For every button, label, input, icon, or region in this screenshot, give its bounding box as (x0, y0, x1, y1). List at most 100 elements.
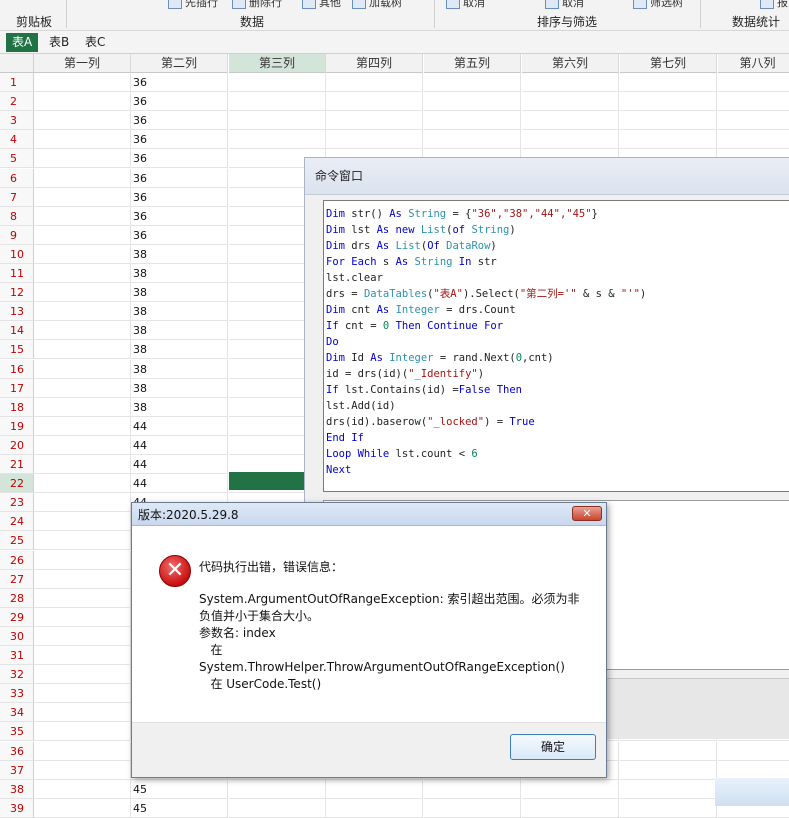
table-cell[interactable] (522, 111, 619, 130)
ribbon-button-load-tree[interactable]: 加载树 (352, 0, 402, 10)
table-cell[interactable] (34, 340, 131, 359)
table-cell[interactable]: 38 (131, 264, 228, 283)
column-header[interactable]: 第六列 (522, 54, 619, 73)
ribbon-button-filter-tree[interactable]: 筛选树 (633, 0, 683, 10)
row-number[interactable]: 7 (0, 188, 34, 207)
row-number[interactable]: 32 (0, 665, 34, 684)
table-cell[interactable]: 36 (131, 188, 228, 207)
table-cell[interactable] (34, 245, 131, 264)
column-header[interactable]: 第七列 (620, 54, 717, 73)
table-cell[interactable] (34, 73, 131, 92)
tab-sheet-c[interactable]: 表C (79, 33, 111, 52)
table-cell[interactable] (326, 92, 423, 111)
table-cell[interactable] (34, 398, 131, 417)
column-header[interactable]: 第八列 (718, 54, 789, 73)
table-cell[interactable]: 38 (131, 360, 228, 379)
table-cell[interactable] (34, 455, 131, 474)
row-number[interactable]: 10 (0, 245, 34, 264)
row-number[interactable]: 26 (0, 551, 34, 570)
column-header[interactable]: 第二列 (131, 54, 228, 73)
table-cell[interactable] (34, 130, 131, 149)
ribbon-button-cancel-1[interactable]: 取消 (446, 0, 485, 10)
row-number[interactable]: 29 (0, 608, 34, 627)
row-number[interactable]: 22 (0, 474, 34, 493)
table-cell[interactable]: 45 (131, 799, 228, 818)
table-cell[interactable] (34, 169, 131, 188)
table-cell[interactable] (34, 512, 131, 531)
table-cell[interactable] (34, 722, 131, 741)
row-number[interactable]: 39 (0, 799, 34, 818)
table-cell[interactable] (620, 799, 717, 818)
code-editor[interactable]: Dim str() As String = {"36","38","44","4… (323, 200, 789, 492)
table-cell[interactable]: 36 (131, 169, 228, 188)
row-number[interactable]: 12 (0, 283, 34, 302)
table-cell[interactable] (229, 111, 326, 130)
table-cell[interactable] (34, 474, 131, 493)
table-cell[interactable] (34, 188, 131, 207)
table-cell[interactable] (718, 742, 789, 761)
table-cell[interactable] (620, 73, 717, 92)
table-cell[interactable] (34, 703, 131, 722)
tab-sheet-b[interactable]: 表B (43, 33, 75, 52)
table-cell[interactable]: 38 (131, 379, 228, 398)
table-cell[interactable] (522, 73, 619, 92)
table-cell[interactable] (326, 130, 423, 149)
table-cell[interactable] (718, 130, 789, 149)
table-cell[interactable]: 36 (131, 73, 228, 92)
table-cell[interactable] (34, 799, 131, 818)
row-number[interactable]: 19 (0, 417, 34, 436)
table-cell[interactable]: 44 (131, 417, 228, 436)
table-cell[interactable] (718, 73, 789, 92)
row-number[interactable]: 14 (0, 321, 34, 340)
row-number[interactable]: 17 (0, 379, 34, 398)
table-cell[interactable]: 38 (131, 302, 228, 321)
table-cell[interactable] (34, 226, 131, 245)
row-number[interactable]: 30 (0, 627, 34, 646)
table-cell[interactable] (326, 111, 423, 130)
tab-sheet-a[interactable]: 表A (6, 33, 39, 52)
table-cell[interactable]: 38 (131, 321, 228, 340)
grid-corner[interactable] (0, 54, 34, 73)
row-number[interactable]: 31 (0, 646, 34, 665)
table-cell[interactable] (34, 264, 131, 283)
table-cell[interactable] (34, 665, 131, 684)
table-cell[interactable] (229, 73, 326, 92)
column-header[interactable]: 第五列 (424, 54, 521, 73)
ribbon-button-cancel-2[interactable]: 取消 (545, 0, 584, 10)
table-cell[interactable] (34, 531, 131, 550)
table-cell[interactable]: 38 (131, 398, 228, 417)
row-number[interactable]: 5 (0, 149, 34, 168)
table-cell[interactable] (229, 780, 326, 799)
table-cell[interactable] (522, 130, 619, 149)
table-cell[interactable] (34, 436, 131, 455)
table-cell[interactable] (620, 92, 717, 111)
table-cell[interactable]: 36 (131, 226, 228, 245)
table-cell[interactable]: 45 (131, 780, 228, 799)
table-cell[interactable] (34, 360, 131, 379)
table-cell[interactable]: 36 (131, 111, 228, 130)
row-number[interactable]: 1 (0, 73, 34, 92)
ribbon-button-other[interactable]: 其他 (302, 0, 341, 10)
table-cell[interactable] (522, 799, 619, 818)
table-cell[interactable] (424, 92, 521, 111)
table-cell[interactable]: 36 (131, 92, 228, 111)
table-cell[interactable] (34, 283, 131, 302)
row-number[interactable]: 9 (0, 226, 34, 245)
row-number[interactable]: 24 (0, 512, 34, 531)
table-cell[interactable] (620, 742, 717, 761)
table-cell[interactable]: 36 (131, 130, 228, 149)
table-cell[interactable] (34, 608, 131, 627)
table-cell[interactable] (34, 92, 131, 111)
table-cell[interactable] (620, 780, 717, 799)
ok-button[interactable]: 确定 (510, 734, 596, 760)
row-number[interactable]: 6 (0, 169, 34, 188)
table-cell[interactable] (229, 799, 326, 818)
table-cell[interactable]: 44 (131, 455, 228, 474)
row-number[interactable]: 35 (0, 722, 34, 741)
table-cell[interactable] (424, 73, 521, 92)
table-cell[interactable] (229, 130, 326, 149)
row-number[interactable]: 36 (0, 742, 34, 761)
command-window-titlebar[interactable] (305, 158, 789, 195)
table-cell[interactable] (34, 570, 131, 589)
selected-cell[interactable] (229, 472, 305, 490)
